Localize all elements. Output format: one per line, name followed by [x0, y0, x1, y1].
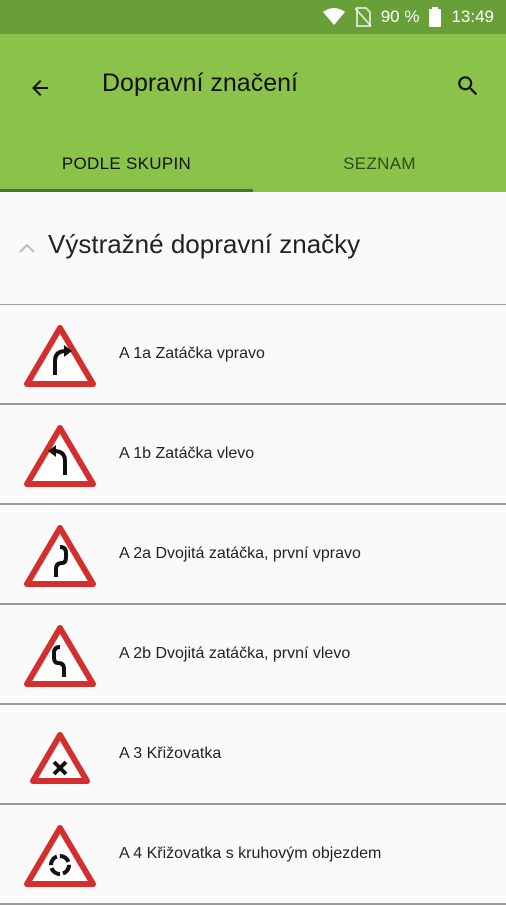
sign-label: A 1b Zatáčka vlevo: [119, 445, 255, 462]
arrow-back-icon: [32, 80, 48, 96]
list-item[interactable]: A 1b Zatáčka vlevo: [0, 405, 506, 505]
tab-by-groups[interactable]: PODLE SKUPIN: [0, 136, 253, 192]
sign-label: A 3 Křižovatka: [119, 745, 222, 762]
page-title: Dopravní značení: [102, 69, 298, 97]
clock: 13:49: [451, 7, 494, 26]
list-item[interactable]: A 2b Dvojitá zatáčka, první vlevo: [0, 605, 506, 705]
sign-label: A 2a Dvojitá zatáčka, první vpravo: [119, 545, 361, 562]
curve-right-sign-icon: [24, 325, 96, 387]
no-sim-icon: [354, 7, 371, 27]
sign-label: A 2b Dvojitá zatáčka, první vlevo: [119, 645, 351, 662]
sign-list: A 1a Zatáčka vpravo A 1b Zatáčka vlevo A…: [0, 305, 506, 905]
list-item[interactable]: A 2a Dvojitá zatáčka, první vpravo: [0, 505, 506, 605]
status-bar: 90 % 13:49: [0, 0, 506, 34]
wifi-icon: [322, 8, 345, 26]
roundabout-sign-icon: [24, 825, 96, 887]
app-bar: Dopravní značení PODLE SKUPIN SEZNAM: [0, 34, 506, 192]
sign-label: A 4 Křižovatka s kruhovým objezdem: [119, 845, 382, 862]
chevron-up-icon: [19, 243, 35, 253]
search-icon: [458, 76, 478, 96]
battery-percent: 90 %: [380, 7, 420, 26]
tab-list[interactable]: SEZNAM: [253, 136, 506, 192]
double-curve-right-sign-icon: [24, 525, 96, 587]
group-title: Výstražné dopravní značky: [48, 229, 361, 259]
double-curve-left-sign-icon: [24, 625, 96, 687]
toolbar: Dopravní značení: [0, 34, 506, 136]
crossroads-sign-icon: [30, 732, 90, 784]
list-item[interactable]: A 3 Křižovatka: [0, 705, 506, 805]
tab-bar: PODLE SKUPIN SEZNAM: [0, 136, 506, 192]
sign-label: A 1a Zatáčka vpravo: [119, 345, 265, 362]
list-item[interactable]: A 1a Zatáčka vpravo: [0, 305, 506, 405]
list-item[interactable]: A 4 Křižovatka s kruhovým objezdem: [0, 805, 506, 905]
search-button[interactable]: [446, 64, 490, 108]
group-header[interactable]: Výstražné dopravní značky: [0, 192, 506, 305]
back-button[interactable]: [18, 66, 62, 110]
curve-left-sign-icon: [24, 425, 96, 487]
battery-icon: [429, 7, 442, 27]
